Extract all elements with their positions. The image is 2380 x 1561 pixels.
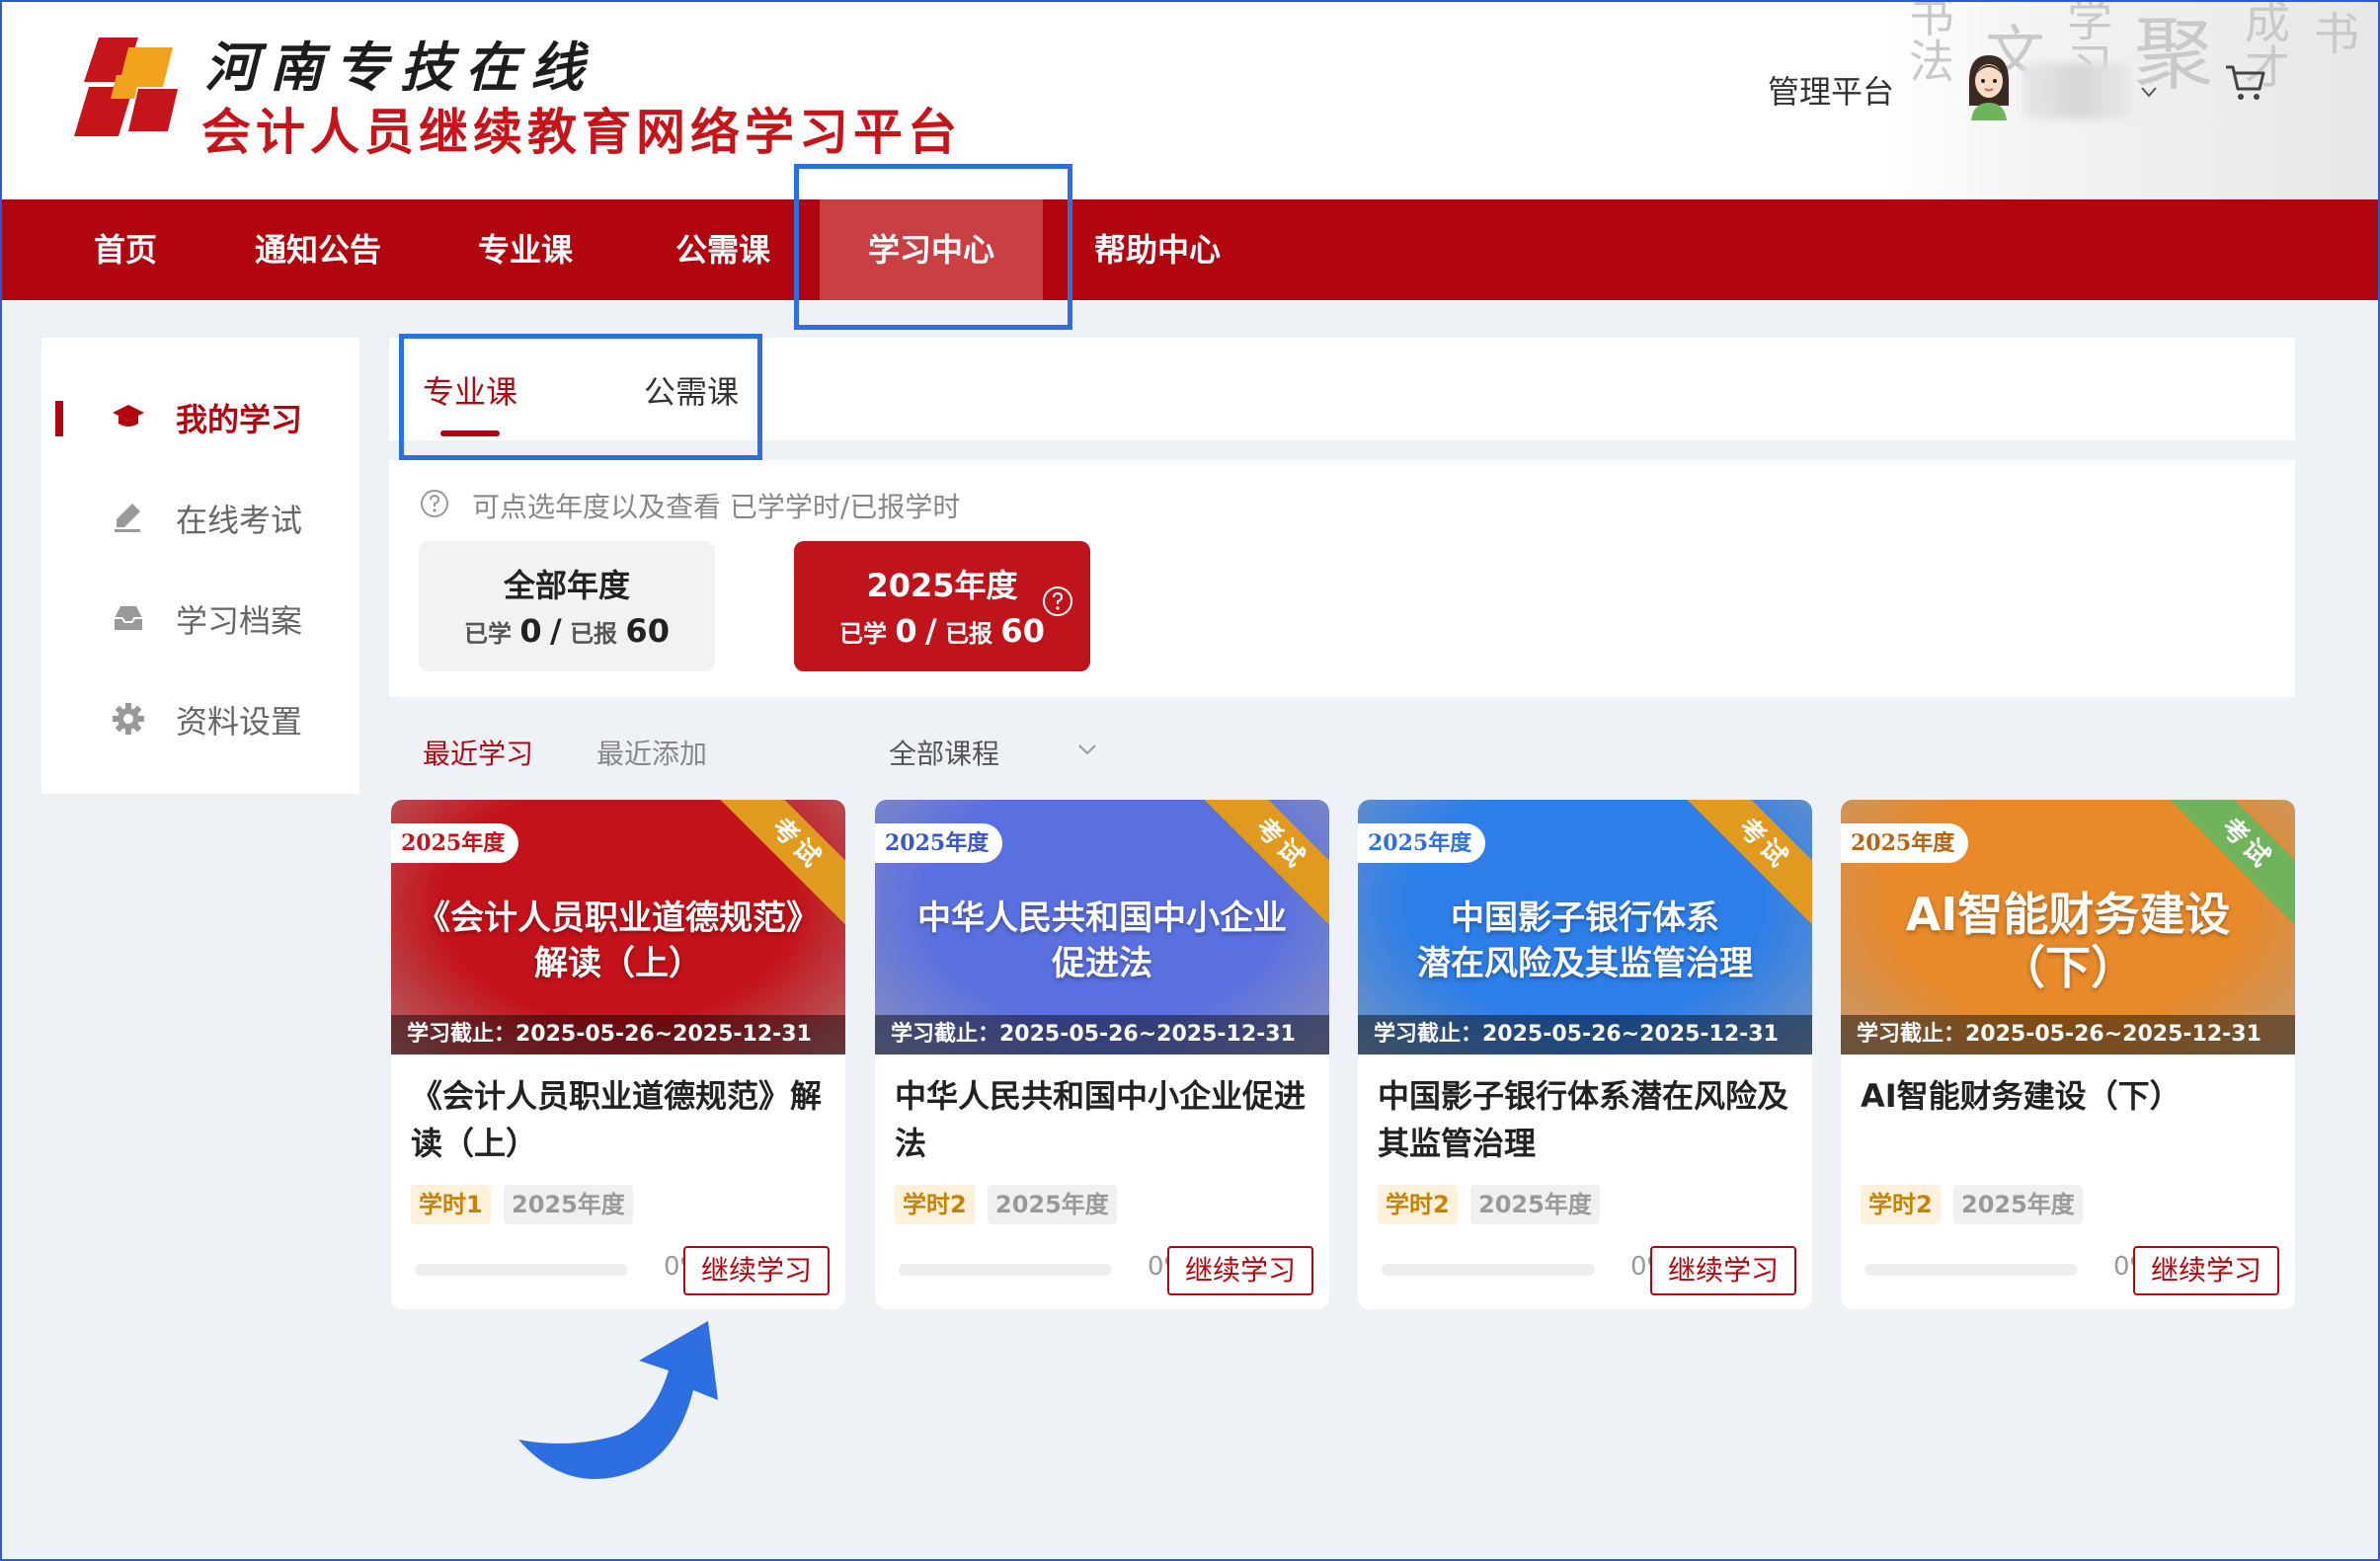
continue-study-button[interactable]: 继续学习 xyxy=(1650,1246,1796,1295)
sidebar-item-label: 资料设置 xyxy=(176,703,303,741)
course-card[interactable]: 2025年度 考试 《会计人员职业道德规范》 解读（上） 学习截止：2025-05-26… xyxy=(391,800,845,1309)
chevron-down-icon[interactable] xyxy=(1074,737,1100,762)
study-deadline: 学习截止：2025-05-26~2025-12-31 xyxy=(1358,1015,1812,1054)
cover-year-badge: 2025年度 xyxy=(1358,823,1486,863)
course-cover[interactable]: 2025年度 考试 中国影子银行体系 潜在风险及其监管治理 学习截止：2025-05-2… xyxy=(1358,800,1812,1054)
nav-item-learning-center[interactable]: 学习中心 xyxy=(820,199,1043,300)
avatar[interactable] xyxy=(1959,51,2019,120)
help-circle-icon[interactable] xyxy=(1041,585,1074,618)
year-card-title: 全部年度 xyxy=(503,567,630,604)
gear-icon xyxy=(113,703,144,735)
nav-item-home[interactable]: 首页 xyxy=(71,199,180,300)
study-deadline: 学习截止：2025-05-26~2025-12-31 xyxy=(391,1015,845,1054)
course-select[interactable]: 全部课程 xyxy=(889,733,999,772)
sidebar-item-learning-archive[interactable]: 学习档案 xyxy=(41,588,359,648)
sidebar-item-label: 在线考试 xyxy=(176,502,303,539)
year-card-stats: 已学 0 / 已报 60 xyxy=(464,612,670,650)
sidebar-item-online-exam[interactable]: 在线考试 xyxy=(41,488,359,547)
sidebar-item-label: 学习档案 xyxy=(176,602,303,640)
course-card[interactable]: 2025年度 考试 中华人民共和国中小企业 促进法 学习截止：2025-05-26~20… xyxy=(875,800,1329,1309)
pen-icon xyxy=(115,504,140,532)
nav-item-help[interactable]: 帮助中心 xyxy=(1078,199,1236,300)
pointer-arrow-icon xyxy=(518,1321,718,1479)
cover-year-badge: 2025年度 xyxy=(875,823,1003,863)
logo-mark[interactable] xyxy=(69,28,188,146)
active-indicator xyxy=(55,401,63,436)
course-title[interactable]: 中华人民共和国中小企业促进法 xyxy=(895,1072,1315,1167)
cover-title-line2: 促进法 xyxy=(1052,944,1152,983)
hours-tag: 学时2 xyxy=(1378,1185,1458,1224)
cover-title-line1: 《会计人员职业道德规范》 xyxy=(417,898,820,938)
year-panel: 可点选年度以及查看 已学学时/已报学时 全部年度 已学 0 / 已报 60 20… xyxy=(389,460,2295,697)
year-card-2025[interactable]: 2025年度 已学 0 / 已报 60 xyxy=(794,541,1090,671)
year-tag: 2025年度 xyxy=(988,1185,1117,1224)
cover-title-line2: 解读（上） xyxy=(534,944,702,983)
year-hint: 可点选年度以及查看 已学学时/已报学时 xyxy=(472,491,961,523)
course-cover[interactable]: 2025年度 考试 《会计人员职业道德规范》 解读（上） 学习截止：2025-05-26… xyxy=(391,800,845,1054)
progress-bar xyxy=(1864,1264,2078,1276)
year-tag: 2025年度 xyxy=(504,1185,633,1224)
course-type-tabs: 专业课 公需课 xyxy=(389,338,2295,440)
sidebar: 我的学习 在线考试 学习档案 资料设置 xyxy=(41,338,359,794)
cover-title-line2: 潜在风险及其监管治理 xyxy=(1417,944,1753,983)
course-card[interactable]: 2025年度 考试 中国影子银行体系 潜在风险及其监管治理 学习截止：2025-05-2… xyxy=(1358,800,1812,1309)
study-deadline: 学习截止：2025-05-26~2025-12-31 xyxy=(875,1015,1329,1054)
course-cover[interactable]: 2025年度 考试 中华人民共和国中小企业 促进法 学习截止：2025-05-26~20… xyxy=(875,800,1329,1054)
platform-title: 会计人员继续教育网络学习平台 xyxy=(201,104,962,161)
nav-item-notices[interactable]: 通知公告 xyxy=(239,199,397,300)
help-circle-icon xyxy=(421,490,448,517)
cover-title-line1: 中国影子银行体系 xyxy=(1451,898,1719,938)
sidebar-item-settings[interactable]: 资料设置 xyxy=(41,689,359,748)
continue-study-button[interactable]: 继续学习 xyxy=(2133,1246,2279,1295)
tab-underline xyxy=(440,430,500,436)
archive-icon xyxy=(115,606,142,630)
course-cover[interactable]: 2025年度 考试 AI智能财务建设 （下） 学习截止：2025-05-26~2025-… xyxy=(1841,800,2295,1054)
course-title[interactable]: 中国影子银行体系潜在风险及其监管治理 xyxy=(1378,1072,1798,1167)
nav-item-public[interactable]: 公需课 xyxy=(654,199,792,300)
site-title: 河南专技在线 xyxy=(204,36,595,99)
year-tag: 2025年度 xyxy=(1470,1185,1600,1224)
course-card[interactable]: 2025年度 考试 AI智能财务建设 （下） 学习截止：2025-05-26~2025-… xyxy=(1841,800,2295,1309)
graduation-cap-icon xyxy=(113,405,144,427)
study-deadline: 学习截止：2025-05-26~2025-12-31 xyxy=(1841,1015,2295,1054)
main-nav: 首页 通知公告 专业课 公需课 学习中心 帮助中心 xyxy=(2,199,2378,300)
hours-tag: 学时2 xyxy=(895,1185,975,1224)
progress-bar xyxy=(415,1264,628,1276)
continue-study-button[interactable]: 继续学习 xyxy=(1167,1246,1313,1295)
year-card-all[interactable]: 全部年度 已学 0 / 已报 60 xyxy=(419,541,715,671)
chevron-down-icon[interactable] xyxy=(2138,81,2160,103)
tab-professional[interactable]: 专业课 xyxy=(423,367,517,413)
course-title[interactable]: 《会计人员职业道德规范》解读（上） xyxy=(411,1072,832,1167)
cover-title-line2: （下） xyxy=(2000,941,2136,994)
continue-study-button[interactable]: 继续学习 xyxy=(683,1246,830,1295)
progress-bar xyxy=(1382,1264,1595,1276)
progress-bar xyxy=(899,1264,1112,1276)
sidebar-item-label: 我的学习 xyxy=(176,401,303,438)
filter-recent-study[interactable]: 最近学习 xyxy=(423,733,533,772)
cover-title-line1: 中华人民共和国中小企业 xyxy=(917,898,1287,938)
admin-platform-link[interactable]: 管理平台 xyxy=(1768,67,1894,113)
sidebar-item-my-learning[interactable]: 我的学习 xyxy=(41,387,359,446)
hours-tag: 学时2 xyxy=(1861,1185,1941,1224)
course-title[interactable]: AI智能财务建设（下） xyxy=(1861,1072,2281,1120)
nav-item-professional[interactable]: 专业课 xyxy=(456,199,595,300)
site-header: 书法 文 学习 聚 成才 书 河南专技在线 会计人员继续教育网络学习平台 管理平… xyxy=(2,2,2378,199)
username-blurred[interactable] xyxy=(2023,63,2131,118)
cart-icon[interactable] xyxy=(2224,63,2267,103)
cover-year-badge: 2025年度 xyxy=(391,823,519,863)
year-tag: 2025年度 xyxy=(1953,1185,2083,1224)
cover-year-badge: 2025年度 xyxy=(1841,823,1969,863)
hours-tag: 学时1 xyxy=(411,1185,491,1224)
calligraphy-background: 书法 文 学习 聚 成才 书 xyxy=(1884,2,2378,199)
tab-public[interactable]: 公需课 xyxy=(644,367,739,413)
filter-recent-added[interactable]: 最近添加 xyxy=(596,733,707,772)
